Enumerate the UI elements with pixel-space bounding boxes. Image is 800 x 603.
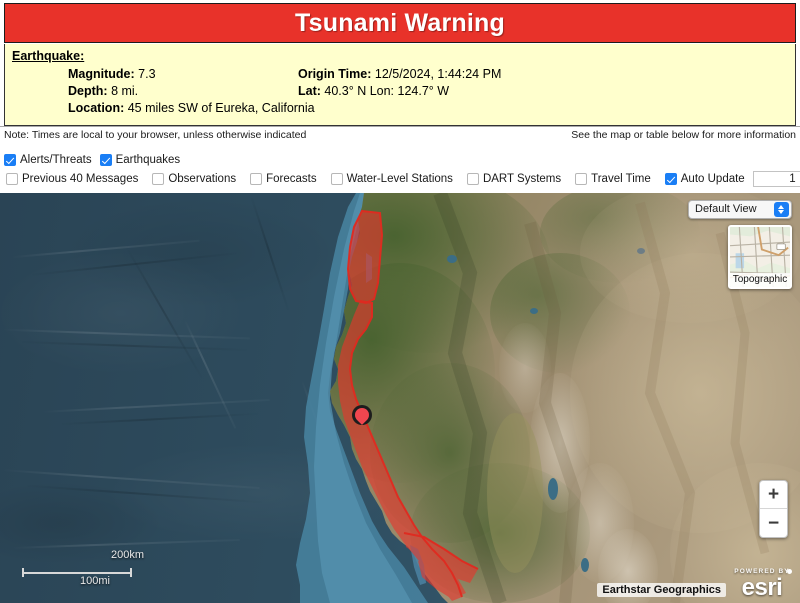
checkbox-dart-systems[interactable]: DART Systems — [466, 172, 562, 186]
basemap-caption: Topographic — [730, 273, 790, 287]
checkbox-icon[interactable] — [466, 173, 479, 185]
layer-toggle-row-primary: Alerts/Threats Earthquakes — [0, 151, 800, 169]
origin-time-field: Origin Time: 12/5/2024, 1:44:24 PM — [298, 66, 795, 83]
banner-container: Tsunami Warning — [0, 0, 800, 44]
checkbox-label: Alerts/Threats — [20, 153, 92, 166]
location-field: Location: 45 miles SW of Eureka, Califor… — [68, 100, 315, 117]
earthquake-heading: Earthquake: — [12, 49, 85, 63]
timezone-note: Note: Times are local to your browser, u… — [4, 129, 307, 141]
coordinates-field: Lat: 40.3° N Lon: 124.7° W — [298, 83, 795, 100]
landmass — [330, 193, 800, 603]
zoom-in-button[interactable]: + — [760, 481, 787, 509]
checkbox-icon[interactable] — [575, 173, 588, 185]
checkbox-label: Auto Update — [680, 172, 745, 185]
more-info-note: See the map or table below for more info… — [571, 129, 796, 141]
depth-value: 8 mi. — [111, 84, 139, 98]
checkbox-label: Earthquakes — [115, 153, 181, 166]
magnitude-value: 7.3 — [138, 67, 156, 81]
checkbox-icon[interactable] — [4, 154, 16, 166]
esri-dot-icon — [787, 569, 792, 574]
checkbox-icon[interactable] — [99, 154, 112, 166]
checkbox-label: Travel Time — [591, 172, 651, 185]
view-select-label: Default View — [695, 203, 757, 215]
checkbox-auto-update[interactable]: Auto Update — [664, 172, 745, 186]
tsunami-warning-page: Tsunami Warning Earthquake: Magnitude: 7… — [0, 0, 800, 603]
magnitude-field: Magnitude: 7.3 — [68, 66, 298, 83]
checkbox-icon[interactable] — [250, 173, 263, 185]
lake — [530, 308, 538, 314]
lake — [637, 248, 645, 254]
checkbox-travel-time[interactable]: Travel Time — [575, 173, 651, 186]
earthquake-epicenter-marker[interactable] — [352, 405, 372, 429]
checkbox-label: Water-Level Stations — [346, 172, 453, 185]
basemap-toggle[interactable]: Topographic — [728, 225, 792, 289]
location-value: 45 miles SW of Eureka, California — [127, 101, 315, 115]
scale-metric-label: 200km — [110, 549, 144, 561]
lake — [548, 478, 558, 500]
checkbox-icon[interactable] — [330, 173, 343, 185]
earthquake-detail-row: Depth: 8 mi. Lat: 40.3° N Lon: 124.7° W — [68, 83, 795, 100]
scale-bar-line — [22, 568, 132, 577]
note-row: Note: Times are local to your browser, u… — [0, 126, 800, 143]
auto-update-interval-input[interactable] — [752, 171, 800, 187]
lat-lon-label: Lat: — [298, 84, 321, 98]
lake — [581, 558, 589, 572]
layer-toggle-row-secondary: Previous 40 Messages Observations Foreca… — [0, 169, 800, 189]
zoom-out-button[interactable]: − — [760, 509, 787, 537]
checkbox-forecasts[interactable]: Forecasts — [250, 173, 317, 186]
lake — [447, 255, 457, 263]
earthquake-detail-row: Magnitude: 7.3 Origin Time: 12/5/2024, 1… — [68, 66, 795, 83]
checkbox-label: Previous 40 Messages — [22, 172, 139, 185]
checkbox-observations[interactable]: Observations — [152, 173, 236, 186]
scale-bar: 200km 100mi — [22, 549, 144, 587]
zoom-controls: + − — [759, 480, 788, 538]
checkbox-label: Forecasts — [266, 172, 317, 185]
checkbox-icon[interactable] — [152, 173, 165, 185]
checkbox-previous-40-messages[interactable]: Previous 40 Messages — [6, 173, 138, 186]
checkbox-icon[interactable] — [6, 173, 18, 185]
checkbox-earthquakes[interactable]: Earthquakes — [99, 153, 181, 167]
page-title: Tsunami Warning — [295, 8, 505, 37]
esri-logo: POWERED BY esri — [730, 568, 794, 601]
earthquake-info-panel: Earthquake: Magnitude: 7.3 Origin Time: … — [4, 44, 796, 126]
map-view[interactable]: Default View Topographic + − 200km 100mi… — [0, 193, 800, 603]
map-attribution: Earthstar Geographics — [597, 583, 726, 597]
earthquake-details-grid: Magnitude: 7.3 Origin Time: 12/5/2024, 1… — [68, 66, 795, 117]
checkbox-alerts-threats[interactable]: Alerts/Threats — [4, 154, 92, 167]
auto-update-group: Auto Update min — [664, 171, 800, 187]
tsunami-warning-banner: Tsunami Warning — [4, 3, 796, 43]
terrain-layer — [296, 193, 800, 603]
checkbox-water-level-stations[interactable]: Water-Level Stations — [330, 172, 453, 186]
depth-field: Depth: 8 mi. — [68, 83, 298, 100]
earthquake-detail-row: Location: 45 miles SW of Eureka, Califor… — [68, 100, 795, 117]
lat-lon-value: 40.3° N Lon: 124.7° W — [324, 84, 450, 98]
chevron-updown-icon[interactable] — [774, 202, 789, 217]
depth-label: Depth: — [68, 84, 108, 98]
origin-time-label: Origin Time: — [298, 67, 372, 81]
magnitude-label: Magnitude: — [68, 67, 135, 81]
map-canvas — [0, 193, 800, 603]
origin-time-value: 12/5/2024, 1:44:24 PM — [374, 67, 502, 81]
scale-imperial-label: 100mi — [80, 575, 110, 587]
layer-toolbar: Alerts/Threats Earthquakes Previous 40 M… — [0, 151, 800, 193]
esri-wordmark: esri — [741, 574, 783, 601]
checkbox-icon[interactable] — [664, 173, 677, 185]
checkbox-label: DART Systems — [482, 172, 562, 185]
location-label: Location: — [68, 101, 125, 115]
view-select-dropdown[interactable]: Default View — [688, 200, 792, 219]
checkbox-label: Observations — [168, 172, 237, 185]
esri-powered-by-text: POWERED BY — [734, 568, 790, 575]
